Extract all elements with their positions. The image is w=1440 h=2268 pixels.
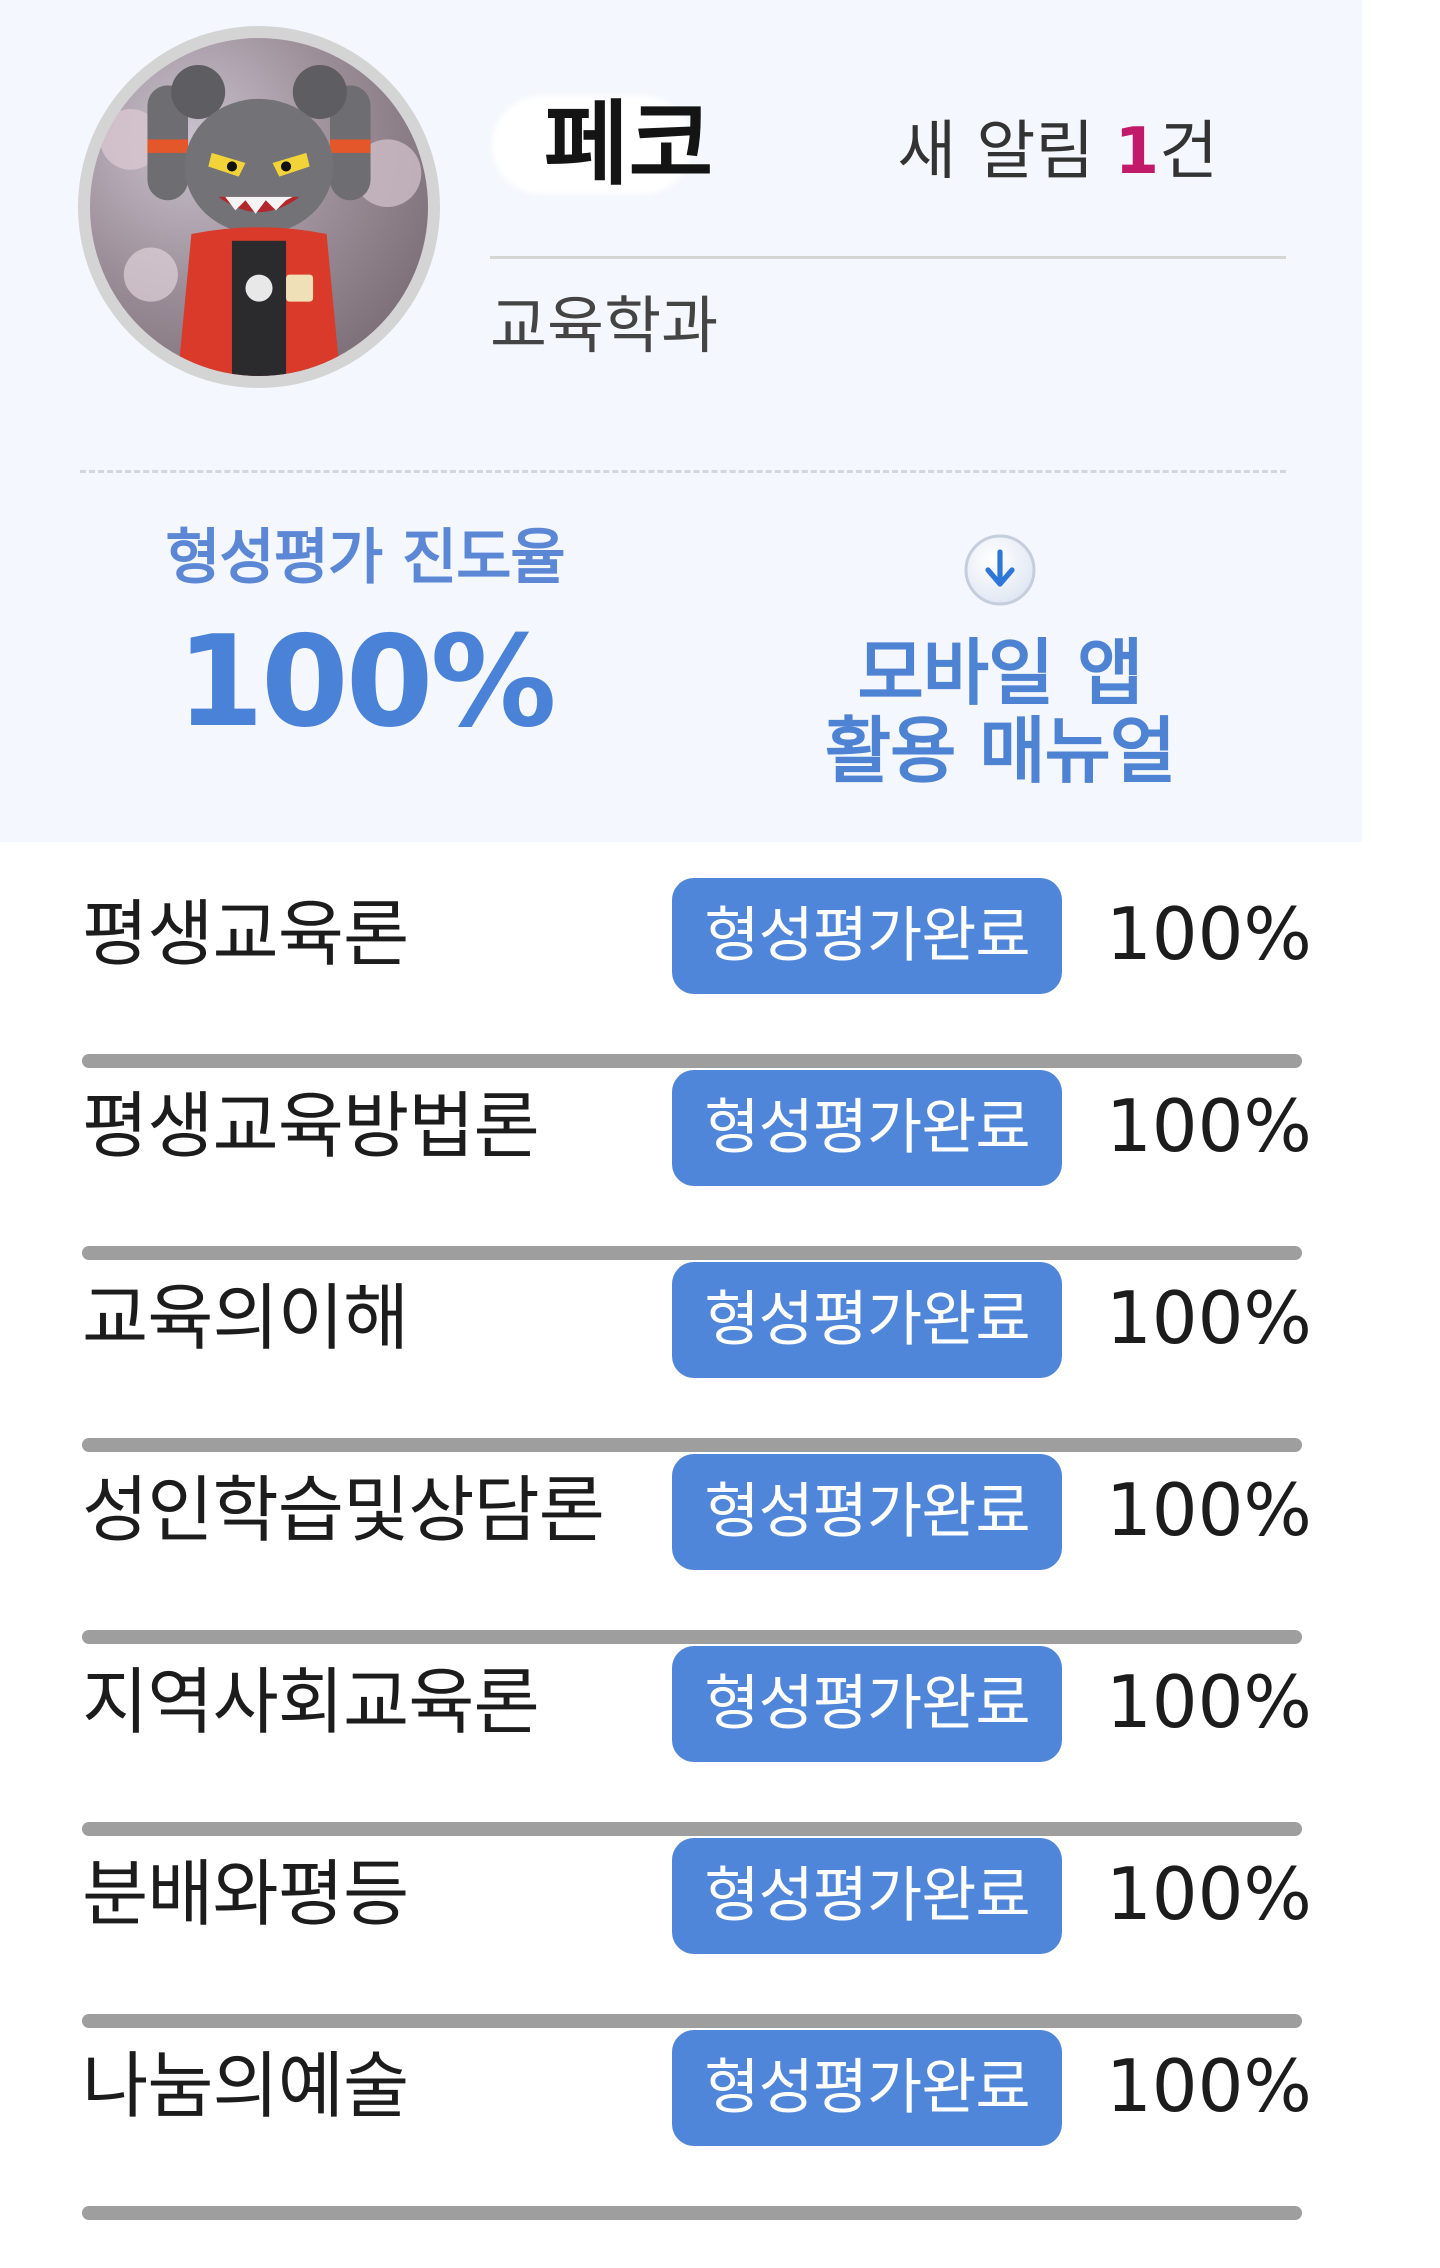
course-percent: 100% [1106,1852,1312,1936]
course-list: 평생교육론 형성평가완료 100% 평생교육방법론 형성평가완료 100% 교육… [20,848,1362,2268]
status-badge[interactable]: 형성평가완료 [672,2030,1062,2146]
course-row[interactable]: 지역사회교육론 형성평가완료 100% [20,1616,1362,1836]
course-row[interactable]: 교육의이해 형성평가완료 100% [20,1232,1362,1452]
avatar-figure-icon [100,65,422,376]
course-percent: 100% [1106,2044,1312,2128]
course-row[interactable]: 평생교육방법론 형성평가완료 100% [20,1040,1362,1260]
course-name: 분배와평등 [82,1852,409,1936]
course-row[interactable]: 분배와평등 형성평가완료 100% [20,1808,1362,2028]
course-name: 교육의이해 [82,1276,409,1360]
progress-label: 형성평가 진도율 [165,523,565,593]
course-name: 성인학습및상담론 [82,1468,605,1552]
progress-value: 100% [176,608,556,755]
course-name: 지역사회교육론 [82,1660,540,1744]
download-icon [964,534,1036,606]
course-row[interactable]: 나눔의예술 형성평가완료 100% [20,2000,1362,2220]
mobile-manual-button[interactable]: 모바일 앱 활용 매뉴얼 [760,530,1240,790]
course-row[interactable]: 성인학습및상담론 형성평가완료 100% [20,1424,1362,1644]
course-name: 나눔의예술 [82,2044,409,2128]
status-badge[interactable]: 형성평가완료 [672,1454,1062,1570]
profile-panel: 페코 새 알림 1건 교육학과 형성평가 진도율 100% 모바일 앱 활용 매… [0,0,1362,842]
department: 교육학과 [490,289,719,362]
row-divider [82,2206,1302,2220]
section-divider [80,470,1286,473]
status-badge[interactable]: 형성평가완료 [672,1070,1062,1186]
status-badge[interactable]: 형성평가완료 [672,1838,1062,1954]
course-percent: 100% [1106,1084,1312,1168]
notification-link[interactable]: 새 알림 1건 [897,112,1218,192]
course-percent: 100% [1106,1276,1312,1360]
manual-line-1: 모바일 앱 [857,631,1143,715]
course-percent: 100% [1106,1468,1312,1552]
header-divider [490,256,1286,259]
status-badge[interactable]: 형성평가완료 [672,1646,1062,1762]
nickname: 페코 [544,91,714,198]
avatar[interactable] [78,26,440,388]
status-badge[interactable]: 형성평가완료 [672,878,1062,994]
status-badge[interactable]: 형성평가완료 [672,1262,1062,1378]
avatar-image [90,38,428,376]
course-percent: 100% [1106,892,1312,976]
manual-line-2: 활용 매뉴얼 [824,709,1176,793]
course-name: 평생교육방법론 [82,1084,540,1168]
course-name: 평생교육론 [82,892,409,976]
course-percent: 100% [1106,1660,1312,1744]
notification-count: 1 [1114,115,1160,189]
progress-summary: 형성평가 진도율 100% [80,518,650,752]
notification-suffix: 건 [1159,115,1218,189]
course-row[interactable]: 평생교육론 형성평가완료 100% [20,848,1362,1068]
notification-prefix: 새 알림 [897,115,1115,189]
